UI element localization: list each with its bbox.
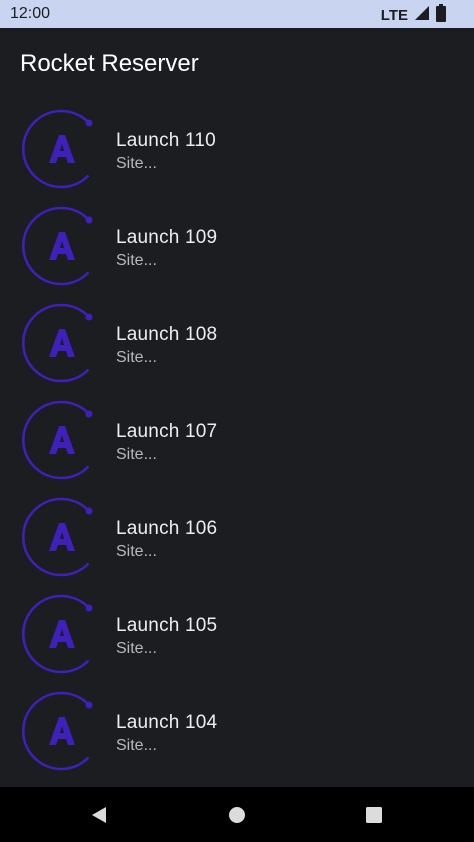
launch-list-item[interactable]: Launch 107 Site... (0, 392, 474, 489)
launch-site: Site... (116, 446, 157, 463)
launch-list-item[interactable]: Launch 108 Site... (0, 295, 474, 392)
launch-title: Launch 108 (116, 324, 218, 345)
launch-list-item[interactable]: Launch 109 Site... (0, 198, 474, 295)
launch-site: Site... (116, 252, 157, 269)
battery-icon (436, 4, 446, 26)
launch-list-item[interactable]: Launch 104 Site... (0, 683, 474, 780)
launch-list-item[interactable]: Launch 105 Site... (0, 586, 474, 683)
app-title: Rocket Reserver (20, 50, 199, 77)
apollo-logo-icon (21, 400, 102, 480)
status-bar: 12:00 LTE (0, 0, 474, 28)
launch-title: Launch 106 (116, 518, 218, 539)
launch-list-item[interactable]: Launch 106 Site... (0, 489, 474, 586)
launch-title: Launch 109 (116, 227, 218, 248)
signal-icon (414, 5, 430, 25)
apollo-logo-icon (21, 303, 102, 383)
apollo-logo-icon (21, 691, 102, 771)
status-indicators: LTE (381, 4, 446, 26)
launch-site: Site... (116, 543, 157, 560)
launch-list-item[interactable]: Launch 110 Site... (0, 101, 474, 198)
apollo-logo-icon (21, 109, 102, 189)
apollo-logo-icon (21, 206, 102, 286)
launch-site: Site... (116, 155, 157, 172)
apollo-logo-icon (21, 497, 102, 577)
status-time: 12:00 (10, 5, 51, 22)
launch-title: Launch 107 (116, 421, 218, 442)
launch-list[interactable]: Launch 110 Site... Launch 109 Site... La… (0, 101, 474, 780)
back-triangle-icon[interactable] (85, 801, 113, 829)
apollo-logo-icon (21, 594, 102, 674)
home-circle-icon[interactable] (223, 801, 251, 829)
launch-title: Launch 110 (116, 130, 216, 151)
launch-site: Site... (116, 349, 157, 366)
system-navigation-bar (0, 787, 474, 842)
launch-title: Launch 105 (116, 615, 218, 636)
recents-square-icon[interactable] (360, 801, 388, 829)
launch-title: Launch 104 (116, 712, 218, 733)
launch-site: Site... (116, 737, 157, 754)
launch-site: Site... (116, 640, 157, 657)
network-type-label: LTE (380, 6, 408, 24)
